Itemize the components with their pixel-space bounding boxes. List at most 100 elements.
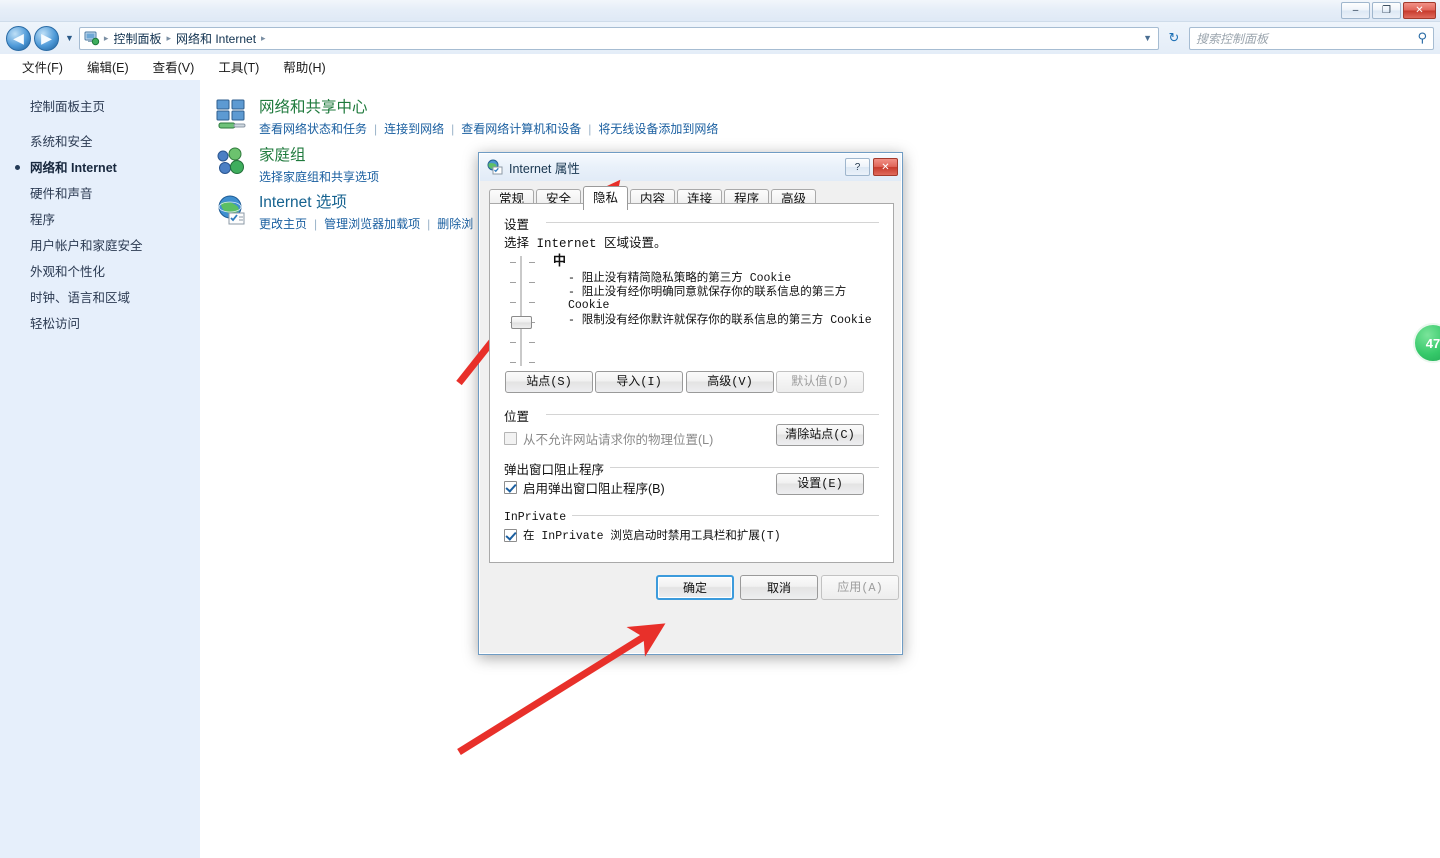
sidebar-item-network-internet[interactable]: 网络和 Internet bbox=[0, 155, 200, 181]
dialog-help-button[interactable]: ? bbox=[845, 158, 870, 176]
address-dropdown-icon[interactable]: ▼ bbox=[1143, 33, 1152, 43]
link-choose-homegroup-options[interactable]: 选择家庭组和共享选项 bbox=[259, 168, 379, 185]
clear-sites-button[interactable]: 清除站点(C) bbox=[776, 424, 864, 446]
popup-blocker-checkbox[interactable] bbox=[504, 481, 517, 494]
refresh-icon: ↻ bbox=[1168, 30, 1180, 45]
desktop-root: – ❐ ✕ ◀ ▶ ▼ ▸ 控制面板 ▸ 网络和 Internet ▸ ▼ ↻ … bbox=[0, 0, 1440, 858]
dialog-title: Internet 属性 bbox=[509, 161, 580, 176]
location-checkbox[interactable] bbox=[504, 432, 517, 445]
location-checkbox-row[interactable]: 从不允许网站请求你的物理位置(L) bbox=[504, 429, 713, 448]
dialog-close-button[interactable]: ✕ bbox=[873, 158, 898, 176]
settings-description: 选择 Internet 区域设置。 bbox=[504, 237, 667, 251]
back-icon: ◀ bbox=[13, 30, 24, 46]
link-sep: | bbox=[588, 121, 592, 136]
sidebar-item-control-panel-home[interactable]: 控制面板主页 bbox=[0, 94, 200, 129]
sidebar-item-clock-language-region[interactable]: 时钟、语言和区域 bbox=[0, 285, 200, 311]
link-view-network-computers[interactable]: 查看网络计算机和设备 bbox=[461, 120, 581, 137]
button-label: 确定 bbox=[682, 580, 707, 595]
breadcrumb-item-0[interactable]: 控制面板 bbox=[109, 30, 165, 47]
navigation-bar: ◀ ▶ ▼ ▸ 控制面板 ▸ 网络和 Internet ▸ ▼ ↻ 搜索控制面板… bbox=[0, 22, 1440, 54]
help-icon: ? bbox=[854, 161, 861, 173]
link-sep: | bbox=[451, 121, 455, 136]
privacy-level-description-2: - 阻止没有经你明确同意就保存你的联系信息的第三方 Cookie bbox=[568, 286, 847, 312]
sidebar-item-appearance[interactable]: 外观和个性化 bbox=[0, 259, 200, 285]
privacy-level-label: 中 bbox=[553, 253, 567, 268]
link-connect-to-network[interactable]: 连接到网络 bbox=[384, 120, 444, 137]
menu-edit[interactable]: 编辑(E) bbox=[75, 55, 141, 78]
back-button[interactable]: ◀ bbox=[6, 25, 31, 51]
slider-tick bbox=[510, 362, 516, 363]
forward-button[interactable]: ▶ bbox=[34, 25, 59, 51]
slider-tick bbox=[529, 302, 535, 303]
popup-settings-button[interactable]: 设置(E) bbox=[776, 473, 864, 495]
menu-tools[interactable]: 工具(T) bbox=[206, 55, 271, 78]
sidebar-item-programs[interactable]: 程序 bbox=[0, 207, 200, 233]
sidebar-item-ease-of-access[interactable]: 轻松访问 bbox=[0, 311, 200, 337]
slider-track bbox=[520, 256, 522, 366]
inprivate-checkbox[interactable] bbox=[504, 528, 517, 542]
sites-button[interactable]: 站点(S) bbox=[505, 371, 593, 393]
button-label: 默认值(D) bbox=[791, 375, 849, 389]
forward-icon: ▶ bbox=[41, 30, 52, 46]
slider-tick bbox=[510, 342, 516, 343]
minimize-button[interactable]: – bbox=[1341, 2, 1370, 19]
popup-blocker-group-label: 弹出窗口阻止程序 bbox=[504, 463, 611, 477]
link-manage-browser-addons[interactable]: 管理浏览器加载项 bbox=[324, 215, 420, 232]
history-dropdown-button[interactable]: ▼ bbox=[65, 33, 74, 43]
search-box[interactable]: 搜索控制面板 ⚲ bbox=[1189, 26, 1434, 50]
menu-bar: 文件(F) 编辑(E) 查看(V) 工具(T) 帮助(H) bbox=[0, 54, 1440, 80]
address-bar[interactable]: ▸ 控制面板 ▸ 网络和 Internet ▸ ▼ bbox=[78, 26, 1159, 50]
cancel-button[interactable]: 取消 bbox=[740, 575, 818, 600]
menu-help[interactable]: 帮助(H) bbox=[271, 55, 337, 78]
privacy-level-description-1: - 阻止没有精简隐私策略的第三方 Cookie bbox=[568, 272, 792, 285]
link-add-wireless-device[interactable]: 将无线设备添加到网络 bbox=[598, 120, 718, 137]
internet-properties-icon bbox=[487, 159, 503, 175]
badge-count: 47 bbox=[1425, 335, 1440, 351]
minimize-icon: – bbox=[1352, 4, 1359, 16]
refresh-button[interactable]: ↻ bbox=[1162, 27, 1186, 50]
settings-group-label: 设置 bbox=[504, 218, 536, 232]
category-links: 查看网络状态和任务 | 连接到网络 | 查看网络计算机和设备 | 将无线设备添加… bbox=[259, 120, 718, 137]
category-title[interactable]: Internet 选项 bbox=[259, 193, 473, 212]
category-title[interactable]: 网络和共享中心 bbox=[259, 98, 718, 117]
category-title[interactable]: 家庭组 bbox=[259, 146, 379, 165]
link-change-homepage[interactable]: 更改主页 bbox=[259, 215, 307, 232]
sidebar-item-label: 系统和安全 bbox=[30, 135, 93, 149]
category-network-sharing-center: 网络和共享中心 查看网络状态和任务 | 连接到网络 | 查看网络计算机和设备 |… bbox=[215, 98, 718, 137]
category-links: 更改主页 | 管理浏览器加载项 | 删除浏 bbox=[259, 215, 473, 232]
group-divider bbox=[546, 414, 879, 415]
close-icon: ✕ bbox=[1415, 4, 1424, 16]
popup-blocker-checkbox-row[interactable]: 启用弹出窗口阻止程序(B) bbox=[504, 478, 665, 497]
sidebar-item-system-security[interactable]: 系统和安全 bbox=[0, 129, 200, 155]
sidebar-item-user-accounts[interactable]: 用户帐户和家庭安全 bbox=[0, 233, 200, 259]
ok-button[interactable]: 确定 bbox=[656, 575, 734, 600]
advanced-button[interactable]: 高级(V) bbox=[686, 371, 774, 393]
menu-view[interactable]: 查看(V) bbox=[141, 55, 207, 78]
sidebar-item-hardware-sound[interactable]: 硬件和声音 bbox=[0, 181, 200, 207]
location-checkbox-label: 从不允许网站请求你的物理位置(L) bbox=[523, 433, 714, 447]
location-group-label: 位置 bbox=[504, 410, 536, 424]
breadcrumb-item-1[interactable]: 网络和 Internet bbox=[172, 30, 260, 47]
privacy-level-description-3: - 限制没有经你默许就保存你的联系信息的第三方 Cookie bbox=[568, 314, 872, 327]
selected-bullet-icon bbox=[15, 165, 20, 170]
maximize-icon: ❐ bbox=[1382, 4, 1391, 16]
link-view-network-status[interactable]: 查看网络状态和任务 bbox=[259, 120, 367, 137]
inprivate-checkbox-row[interactable]: 在 InPrivate 浏览启动时禁用工具栏和扩展(T) bbox=[504, 527, 781, 543]
menu-file[interactable]: 文件(F) bbox=[10, 55, 75, 78]
privacy-level-slider[interactable] bbox=[505, 256, 547, 372]
maximize-button[interactable]: ❐ bbox=[1372, 2, 1401, 19]
slider-thumb[interactable] bbox=[511, 316, 532, 329]
sidebar-item-label: 轻松访问 bbox=[30, 317, 81, 331]
tab-privacy[interactable]: 隐私 bbox=[583, 186, 629, 210]
search-icon: ⚲ bbox=[1417, 30, 1427, 45]
link-sep: | bbox=[314, 216, 318, 231]
link-delete-browsing-history[interactable]: 删除浏 bbox=[437, 215, 473, 232]
breadcrumb-sep-2[interactable]: ▸ bbox=[260, 33, 267, 44]
sidebar: 控制面板主页 系统和安全 网络和 Internet 硬件和声音 程序 用户帐户和… bbox=[0, 80, 200, 858]
button-label: 应用(A) bbox=[837, 580, 883, 595]
close-button[interactable]: ✕ bbox=[1403, 2, 1436, 19]
import-button[interactable]: 导入(I) bbox=[595, 371, 683, 393]
sidebar-item-label: 用户帐户和家庭安全 bbox=[30, 239, 143, 253]
apply-button: 应用(A) bbox=[821, 575, 899, 600]
internet-options-icon bbox=[215, 193, 249, 227]
